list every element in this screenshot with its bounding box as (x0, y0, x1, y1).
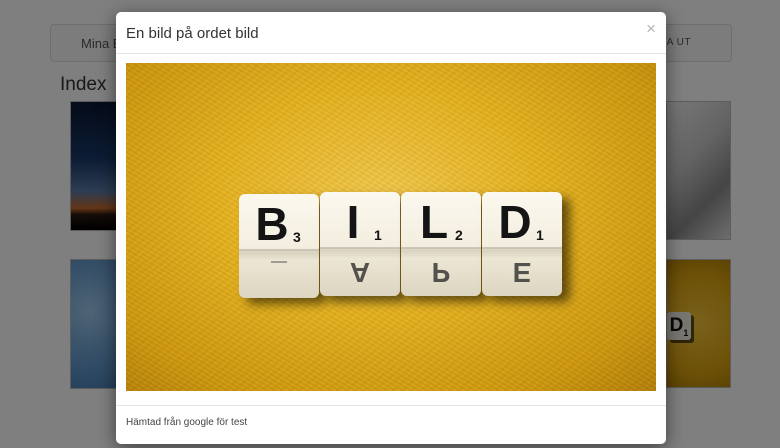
modal-footer-divider (116, 405, 666, 406)
die-edge (482, 247, 562, 249)
die-tile-d: D 1 E (482, 192, 562, 296)
die-tile-b: B 3 _ (239, 194, 319, 298)
die-number: 3 (293, 229, 301, 245)
die-edge (320, 247, 400, 249)
die-bottom-letter: A (349, 257, 371, 288)
modal-header-divider (116, 53, 666, 54)
modal-title: En bild på ordet bild (126, 25, 259, 42)
die-number: 1 (536, 227, 544, 243)
die-bottom-letter: _ (271, 259, 287, 290)
die-bottom-letter: P (431, 257, 451, 288)
die-edge (239, 249, 319, 251)
modal-footer-caption: Hämtad från google för test (126, 417, 248, 428)
die-bottom-letter: E (512, 257, 532, 288)
die-tile-i: I 1 A (320, 192, 400, 296)
die-number: 2 (455, 227, 463, 243)
die-tile-l: L 2 P (401, 192, 481, 296)
die-number: 1 (374, 227, 382, 243)
close-icon[interactable]: × (646, 20, 656, 37)
modal-image: B 3 _ I 1 A L 2 P D 1 E (126, 63, 656, 391)
image-modal: En bild på ordet bild × B 3 _ I 1 A L 2 … (116, 12, 666, 444)
die-edge (401, 247, 481, 249)
